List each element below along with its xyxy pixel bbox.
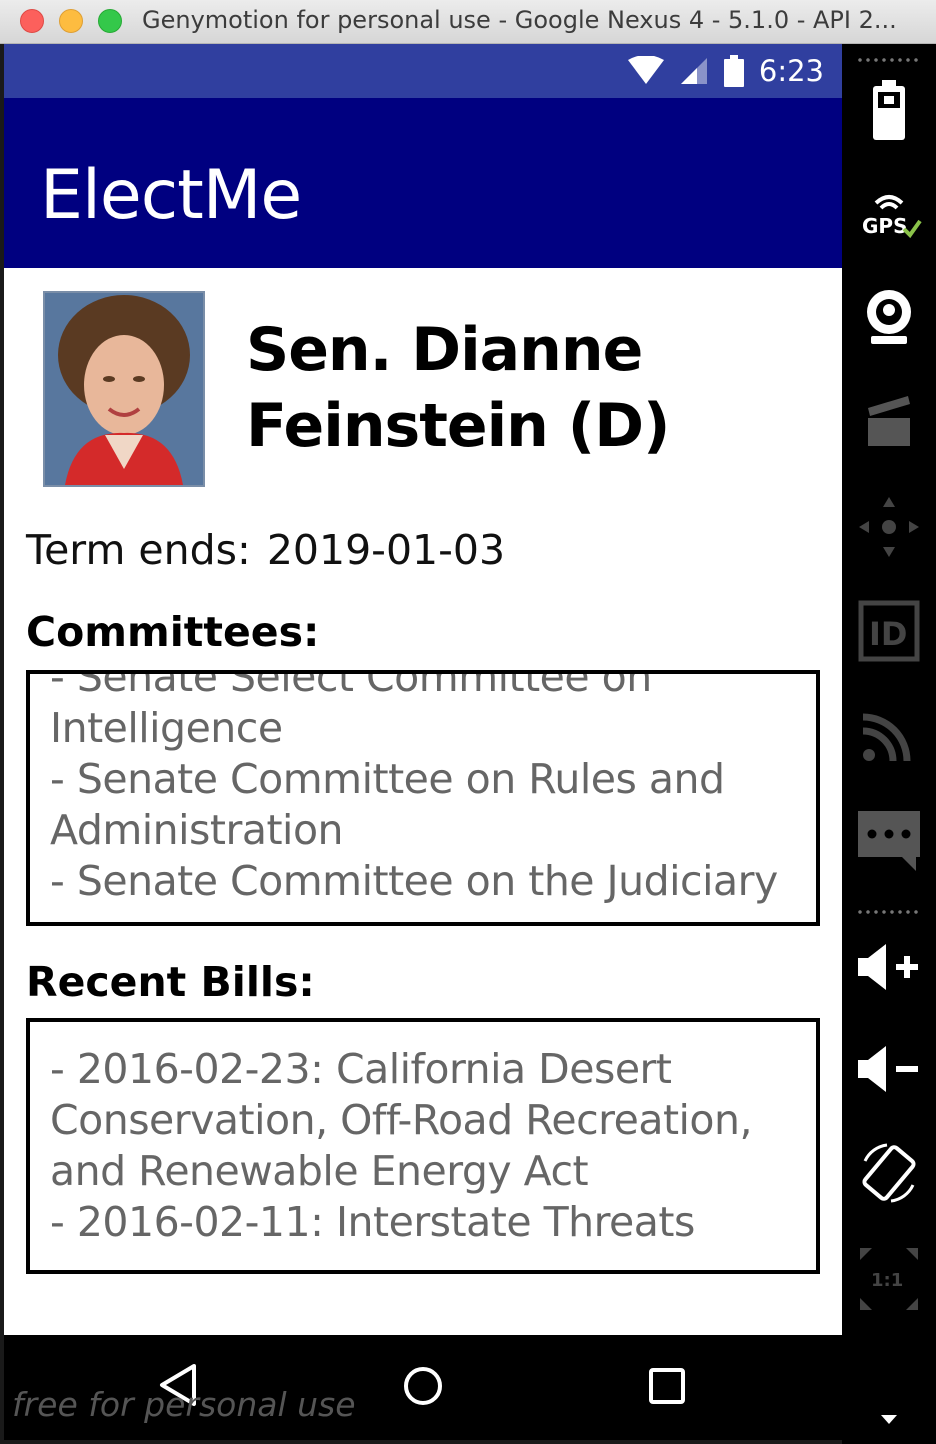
sidebar-divider: [856, 58, 922, 62]
cell-signal-icon: [680, 58, 707, 84]
status-time: 6:23: [758, 54, 824, 88]
senator-photo: [43, 291, 205, 487]
capture-icon: [868, 396, 910, 446]
sidebar-divider: [856, 910, 922, 914]
gps-button[interactable]: GPS: [842, 170, 936, 260]
dpad-icon: [859, 497, 919, 557]
id-icon: ID: [858, 600, 920, 662]
committee-item: - Senate Committee on Rules and Administ…: [50, 755, 725, 854]
bill-item: - 2016-02-11: Interstate Threats: [50, 1198, 695, 1246]
webcam-icon: [867, 290, 911, 344]
window-title: Genymotion for personal use - Google Nex…: [142, 6, 897, 34]
rotate-button[interactable]: [842, 1128, 936, 1218]
app-bar: ElectMe: [4, 98, 842, 268]
device-screen: 6:23 ElectMe Sen. Dianne Feinstein (D) T…: [4, 44, 842, 1440]
webcam-button[interactable]: [842, 272, 936, 362]
scale-label: 1:1: [871, 1270, 903, 1291]
home-circle-icon[interactable]: [402, 1365, 444, 1407]
watermark-text: free for personal use: [12, 1385, 356, 1424]
capture-button[interactable]: [842, 374, 936, 464]
volume-down-button[interactable]: [842, 1024, 936, 1114]
sms-button[interactable]: [842, 796, 936, 886]
wifi-icon: [627, 56, 664, 84]
status-bar: 6:23: [4, 44, 842, 98]
committee-item: - Senate Committee on the Judiciary: [50, 857, 778, 905]
battery-button[interactable]: [842, 66, 936, 156]
content-area: Sen. Dianne Feinstein (D) Term ends: 2019…: [4, 268, 842, 1335]
committees-list[interactable]: - Senate Select Committee on Intelligenc…: [26, 670, 820, 926]
committees-label: Committees:: [26, 608, 320, 656]
chevron-down-icon[interactable]: [880, 1414, 898, 1426]
scale-button[interactable]: 1:1: [842, 1234, 936, 1324]
recent-bills-list[interactable]: - 2016-02-23: California Desert Conserva…: [26, 1018, 820, 1274]
rotate-icon: [862, 1143, 916, 1203]
window-titlebar: Genymotion for personal use - Google Nex…: [0, 0, 936, 44]
term-date: 2019-01-03: [266, 526, 506, 574]
window-minimize-button[interactable]: [59, 9, 83, 33]
volume-down-icon: [858, 1046, 918, 1092]
recents-square-icon[interactable]: [648, 1367, 686, 1405]
window-maximize-button[interactable]: [98, 9, 122, 33]
navigation-bar: free for personal use: [4, 1335, 842, 1440]
emulator-sidebar: GPS ID 1:1: [842, 44, 936, 1444]
volume-up-icon: [858, 944, 918, 990]
gps-label: GPS: [862, 214, 907, 238]
bill-item: - 2016-02-23: California Desert Conserva…: [50, 1045, 753, 1195]
id-label: ID: [869, 615, 907, 653]
sms-icon: [858, 811, 920, 871]
scale-icon: 1:1: [860, 1248, 918, 1310]
recent-bills-label: Recent Bills:: [26, 958, 315, 1006]
volume-up-button[interactable]: [842, 922, 936, 1012]
dpad-button[interactable]: [842, 482, 936, 572]
cast-button[interactable]: [842, 690, 936, 780]
committee-item: - Senate Select Committee on Intelligenc…: [50, 670, 652, 752]
term-ends: Term ends: 2019-01-03: [26, 526, 505, 574]
battery-status-icon: [723, 55, 744, 87]
device-id-button[interactable]: ID: [842, 586, 936, 676]
window-close-button[interactable]: [20, 9, 44, 33]
battery-icon: [873, 80, 905, 140]
senator-name: Sen. Dianne Feinstein (D): [246, 315, 670, 461]
term-label: Term ends:: [26, 526, 251, 574]
gps-icon: GPS: [862, 195, 922, 239]
app-title: ElectMe: [40, 156, 302, 235]
cast-icon: [862, 713, 911, 762]
